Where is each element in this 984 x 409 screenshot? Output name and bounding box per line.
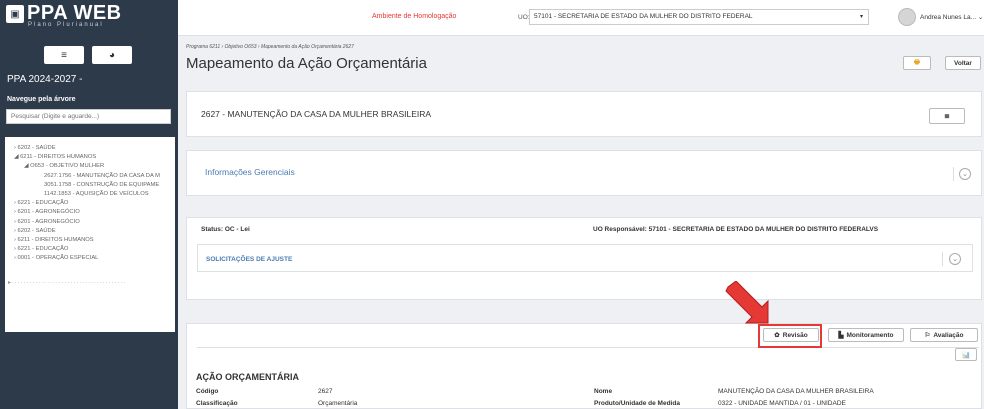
expand-icon[interactable]: ⌄ (949, 253, 961, 265)
hamburger-icon: ≡ (61, 49, 67, 61)
adjustment-requests-title[interactable]: SOLICITAÇÕES DE AJUSTE (206, 256, 292, 263)
tree-node[interactable]: › 6211 - DIREITOS HUMANOS (8, 236, 172, 245)
nome-value: MANUTENÇÃO DA CASA DA MULHER BRASILEIRA (718, 388, 874, 395)
tree-node[interactable]: 1142.1853 - AQUISIÇÃO DE VEÍCULOS (8, 190, 172, 199)
user-menu[interactable]: Andrea Nunes La... ⌄ (920, 13, 983, 21)
print-button[interactable]: 🖶 (903, 56, 931, 70)
breadcrumb[interactable]: Programa 6211 › Objetivo O653 › Mapeamen… (186, 44, 354, 50)
highlight-box (758, 324, 822, 348)
status-text: Status: OC - Lei (201, 226, 250, 233)
logo-icon: ▣ (6, 5, 24, 23)
action-title: 2627 - MANUTENÇÃO DA CASA DA MULHER BRAS… (201, 109, 432, 119)
uo-select[interactable]: 57101 - SECRETARIA DE ESTADO DA MULHER D… (529, 9, 869, 25)
codigo-value: 2627 (318, 388, 333, 395)
produto-label: Produto/Unidade de Medida (594, 400, 680, 407)
document-icon: ▙ (838, 332, 844, 339)
chevron-down-icon: ▾ (859, 14, 863, 20)
tree-node[interactable]: › 6221 - EDUCAÇÃO (8, 245, 172, 254)
chart-button[interactable]: 📊 (955, 348, 977, 361)
back-button-label: Voltar (954, 59, 972, 67)
app-logo[interactable]: ▣ PPA WEB Plano Plurianual (6, 3, 122, 29)
environment-label: Ambiente de Homologação (372, 13, 457, 20)
divider (953, 167, 954, 181)
uo-select-value: 57101 - SECRETARIA DE ESTADO DA MULHER D… (534, 13, 753, 20)
monitoramento-button[interactable]: ▙ Monitoramento (828, 328, 904, 342)
tree-node[interactable]: 3051.1758 - CONSTRUÇÃO DE EQUIPAME (8, 181, 172, 190)
status-panel: Status: OC - Lei UO Responsável: 57101 -… (186, 217, 982, 300)
program-tree: › 6202 - SAÚDE ◢ 6211 - DIREITOS HUMANOS… (5, 137, 175, 332)
menu-toggle-button[interactable]: ≡ (44, 46, 84, 64)
flag-icon: ⚐ (924, 332, 931, 339)
tree-node[interactable]: › 6201 - AGRONEGÓCIO (8, 218, 172, 227)
sidebar: ▣ PPA WEB Plano Plurianual ≡ ◕ PPA 2024-… (0, 0, 178, 409)
ppa-period-title: PPA 2024-2027 - (7, 74, 83, 85)
top-bar: Ambiente de Homologação UO: 57101 - SECR… (178, 0, 984, 36)
bar-chart-icon: 📊 (961, 351, 971, 359)
avatar[interactable] (898, 8, 916, 26)
tree-node[interactable]: › 6202 - SAÚDE (8, 144, 172, 153)
tree-node[interactable]: › 0001 - OPERAÇÃO ESPECIAL (8, 254, 172, 263)
tree-scrollbar[interactable]: ▸······································· (8, 279, 172, 288)
adjustment-requests-panel: SOLICITAÇÕES DE AJUSTE ⌄ (197, 244, 973, 272)
dashboard-button[interactable]: ◕ (92, 46, 132, 64)
printer-icon: 🖶 (913, 58, 921, 66)
monitoramento-label: Monitoramento (846, 331, 894, 339)
produto-value: 0322 - UNIDADE MANTIDA / 01 - UNIDADE (718, 400, 846, 407)
tree-node[interactable]: › 6221 - EDUCAÇÃO (8, 199, 172, 208)
divider (942, 252, 943, 266)
red-arrow-icon (725, 281, 769, 324)
database-button[interactable]: ≣ (929, 108, 965, 124)
info-panel: Informações Gerenciais ⌄ (186, 150, 982, 196)
back-button[interactable]: Voltar (945, 56, 981, 70)
tree-node[interactable]: 2627.1756 - MANUTENÇÃO DA CASA DA M (8, 172, 172, 181)
action-title-panel: 2627 - MANUTENÇÃO DA CASA DA MULHER BRAS… (186, 91, 982, 137)
tree-node[interactable]: › 6201 - AGRONEGÓCIO (8, 208, 172, 217)
avaliacao-button[interactable]: ⚐ Avaliação (910, 328, 978, 342)
pie-chart-icon: ◕ (108, 49, 116, 61)
page-title: Mapeamento da Ação Orçamentária (186, 55, 427, 72)
database-icon: ≣ (944, 113, 950, 120)
tree-search-input[interactable] (6, 109, 171, 124)
section-heading: AÇÃO ORÇAMENTÁRIA (196, 372, 299, 382)
logo-subtitle: Plano Plurianual (28, 22, 104, 28)
logo-text: PPA WEB (27, 2, 122, 24)
tree-nav-label: Navegue pela árvore (7, 96, 76, 103)
uo-responsavel: UO Responsável: 57101 - SECRETARIA DE ES… (593, 226, 879, 233)
tree-node[interactable]: ◢ O653 - OBJETIVO MULHER (8, 162, 172, 171)
codigo-label: Código (196, 388, 219, 395)
tree-node[interactable]: ◢ 6211 - DIREITOS HUMANOS (8, 153, 172, 162)
info-panel-title[interactable]: Informações Gerenciais (205, 167, 295, 177)
classificacao-value: Orçamentária (318, 400, 358, 407)
avaliacao-label: Avaliação (933, 331, 964, 339)
uo-label: UO: (518, 14, 530, 21)
tree-node[interactable]: › 6202 - SAÚDE (8, 227, 172, 236)
classificacao-label: Classificação (196, 400, 238, 407)
nome-label: Nome (594, 388, 613, 395)
expand-icon[interactable]: ⌄ (959, 168, 971, 180)
